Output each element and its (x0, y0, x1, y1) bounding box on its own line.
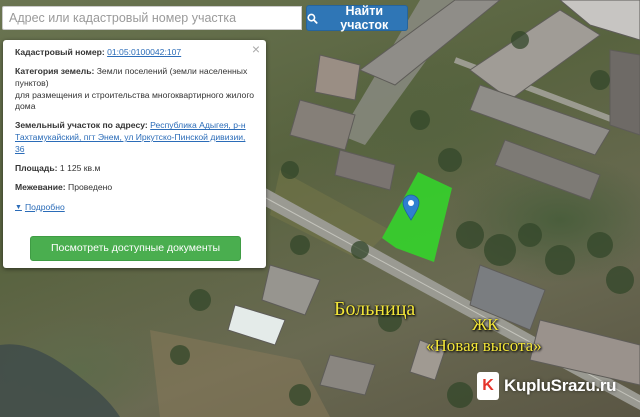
brand-logo: K (477, 372, 499, 400)
survey-row: Межевание: Проведено (15, 182, 255, 194)
map-label-hospital: Больница (334, 298, 416, 320)
parcel-highlight[interactable] (382, 172, 452, 262)
survey-label: Межевание: (15, 181, 66, 192)
search-input[interactable] (2, 6, 302, 30)
close-icon[interactable]: × (252, 42, 260, 56)
cadastral-row: Кадастровый номер: 01:05:0100042:107 (15, 47, 255, 59)
cadastral-label: Кадастровый номер: (15, 47, 105, 57)
map-label-zhk-name: «Новая высота» (426, 336, 542, 355)
view-documents-button[interactable]: Посмотреть доступные документы (30, 236, 241, 261)
category-label: Категория земель: (15, 65, 95, 76)
address-label: Земельный участок по адресу: (15, 120, 148, 131)
category-purpose: для размещения и строительства многоквар… (15, 89, 255, 112)
search-button[interactable]: Найти участок (306, 4, 408, 32)
details-label: Подробно (24, 201, 65, 212)
area-label: Площадь: (15, 162, 58, 173)
cadastral-number-link[interactable]: 01:05:0100042:107 (107, 47, 181, 57)
parcel-info-panel: × Кадастровый номер: 01:05:0100042:107 К… (3, 40, 266, 268)
address-row: Земельный участок по адресу: Республика … (15, 120, 255, 156)
watermark: K KupluSrazu.ru (469, 368, 635, 404)
map-label-zhk: ЖК (472, 315, 499, 334)
survey-value: Проведено (68, 181, 113, 192)
caret-down-icon: ▼ (15, 203, 22, 211)
search-icon (307, 13, 318, 24)
details-toggle[interactable]: ▼ Подробно (15, 202, 65, 214)
search-button-label: Найти участок (340, 4, 389, 32)
area-row: Площадь: 1 125 кв.м (15, 163, 255, 175)
area-value: 1 125 кв.м (59, 162, 101, 173)
watermark-text: KupluSrazu.ru (504, 376, 617, 395)
category-row: Категория земель: Земли поселений (земли… (15, 66, 255, 113)
